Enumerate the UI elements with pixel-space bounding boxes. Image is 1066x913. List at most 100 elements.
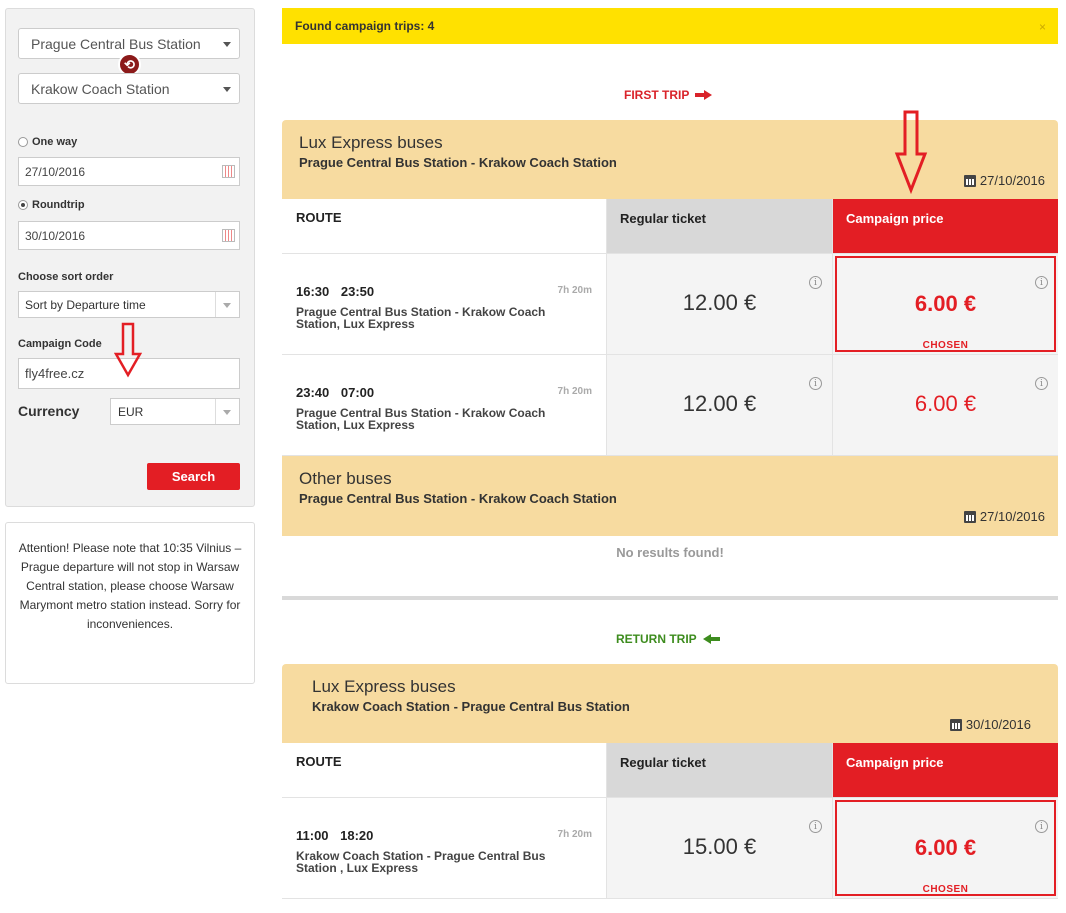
regular-ticket-header: Regular ticket: [620, 755, 706, 770]
regular-price-cell[interactable]: i 15.00 €: [606, 798, 832, 898]
sort-order-select[interactable]: Sort by Departure time: [18, 291, 240, 318]
return-date-value: 30/10/2016: [25, 228, 86, 243]
trip-duration: 7h 20m: [557, 386, 592, 397]
trip-row[interactable]: 16:30 23:50 7h 20m Prague Central Bus St…: [282, 254, 1058, 355]
trip-stations: Krakow Coach Station - Prague Central Bu…: [296, 849, 546, 875]
no-results-message: No results found!: [282, 536, 1058, 600]
chevron-down-icon: [223, 86, 231, 92]
campaign-price-cell[interactable]: i 6.00 € CHOSEN: [832, 254, 1058, 354]
first-trip-label: FIRST TRIP: [624, 88, 690, 102]
campaign-price: 6.00 €: [914, 835, 977, 860]
route-header-cell: ROUTE: [282, 199, 606, 253]
campaign-price-cell[interactable]: i 6.00 €: [832, 355, 1058, 455]
info-icon[interactable]: i: [1035, 820, 1048, 833]
campaign-price-cell[interactable]: i 6.00 € CHOSEN: [832, 798, 1058, 898]
sort-order-label: Choose sort order: [18, 271, 114, 283]
campaign-price-header: Campaign price: [846, 755, 944, 770]
operator-name: Other buses: [299, 469, 392, 488]
currency-value: EUR: [118, 404, 144, 419]
currency-select[interactable]: EUR: [110, 398, 240, 425]
calendar-icon[interactable]: [222, 229, 235, 242]
roundtrip-label: Roundtrip: [32, 199, 85, 211]
to-station-select[interactable]: Krakow Coach Station: [18, 73, 240, 104]
campaign-price-header: Campaign price: [846, 211, 944, 226]
route-header: ROUTE: [296, 210, 342, 225]
annotation-arrow-icon: [114, 322, 142, 378]
depart-date-value: 27/10/2016: [25, 164, 86, 179]
calendar-icon: [963, 174, 976, 187]
one-way-radio[interactable]: [18, 137, 28, 147]
operator-route: Krakow Coach Station - Prague Central Bu…: [312, 699, 630, 714]
chosen-label: CHOSEN: [922, 340, 969, 351]
one-way-option[interactable]: One way: [18, 136, 77, 148]
to-station-value: Krakow Coach Station: [31, 80, 170, 97]
operator-date-value: 30/10/2016: [965, 717, 1031, 732]
campaign-price: 6.00 €: [914, 391, 977, 416]
roundtrip-option[interactable]: Roundtrip: [18, 199, 85, 211]
from-station-value: Prague Central Bus Station: [31, 35, 201, 52]
chevron-down-icon: [223, 303, 231, 308]
one-way-label: One way: [32, 136, 78, 148]
trip-row[interactable]: 11:00 18:20 7h 20m Krakow Coach Station …: [282, 798, 1058, 899]
arrow-right-icon: [695, 90, 713, 100]
calendar-icon: [963, 510, 976, 523]
campaign-code-value: fly4free.cz: [25, 366, 85, 381]
route-cell: 16:30 23:50 7h 20m Prague Central Bus St…: [282, 254, 606, 354]
info-icon[interactable]: i: [809, 377, 822, 390]
first-trip-title: FIRST TRIP: [624, 88, 713, 102]
route-header-cell: ROUTE: [282, 743, 606, 797]
campaign-header-cell: Campaign price: [832, 199, 1058, 253]
operator-date-value: 27/10/2016: [979, 173, 1045, 188]
operator-date-value: 27/10/2016: [979, 509, 1045, 524]
regular-price: 12.00 €: [682, 391, 757, 416]
close-icon[interactable]: ×: [1039, 20, 1046, 34]
attention-notice: Attention! Please note that 10:35 Vilniu…: [5, 522, 255, 684]
route-header: ROUTE: [296, 754, 342, 769]
return-trip-title: RETURN TRIP: [616, 632, 720, 646]
route-cell: 23:40 07:00 7h 20m Prague Central Bus St…: [282, 355, 606, 455]
calendar-icon[interactable]: [222, 165, 235, 178]
trip-stations: Prague Central Bus Station - Krakow Coac…: [296, 406, 546, 432]
search-panel: Prague Central Bus Station ⟲ Krakow Coac…: [5, 8, 255, 507]
operator-header-lux-first: Lux Express buses Prague Central Bus Sta…: [282, 120, 1058, 199]
regular-price: 15.00 €: [682, 834, 757, 859]
return-date-input[interactable]: 30/10/2016: [18, 221, 240, 250]
operator-header-lux-return: Lux Express buses Krakow Coach Station -…: [282, 664, 1058, 743]
campaign-results-banner: Found campaign trips: 4 ×: [282, 8, 1058, 44]
campaign-header-cell: Campaign price: [832, 743, 1058, 797]
trip-duration: 7h 20m: [557, 829, 592, 840]
operator-name: Lux Express buses: [299, 133, 443, 152]
depart-date-input[interactable]: 27/10/2016: [18, 157, 240, 186]
info-icon[interactable]: i: [1035, 377, 1048, 390]
campaign-price: 6.00 €: [914, 291, 977, 316]
calendar-icon: [949, 718, 962, 731]
operator-route: Prague Central Bus Station - Krakow Coac…: [299, 491, 617, 506]
regular-price-cell[interactable]: i 12.00 €: [606, 355, 832, 455]
chevron-down-icon: [223, 41, 231, 47]
table-header-row: ROUTE Regular ticket Campaign price: [282, 199, 1058, 254]
trip-times: 11:00 18:20: [296, 828, 374, 843]
search-button[interactable]: Search: [147, 463, 240, 490]
annotation-arrow-icon: [894, 110, 928, 194]
regular-ticket-header: Regular ticket: [620, 211, 706, 226]
info-icon[interactable]: i: [809, 820, 822, 833]
info-icon[interactable]: i: [809, 276, 822, 289]
info-icon[interactable]: i: [1035, 276, 1048, 289]
table-header-row: ROUTE Regular ticket Campaign price: [282, 743, 1058, 798]
banner-text: Found campaign trips: 4: [295, 19, 435, 33]
operator-name: Lux Express buses: [312, 677, 456, 696]
operator-date: 27/10/2016: [963, 509, 1045, 524]
operator-route: Prague Central Bus Station - Krakow Coac…: [299, 155, 617, 170]
roundtrip-radio[interactable]: [18, 200, 28, 210]
regular-price: 12.00 €: [682, 290, 757, 315]
regular-price-cell[interactable]: i 12.00 €: [606, 254, 832, 354]
campaign-code-label: Campaign Code: [18, 338, 102, 350]
trip-stations: Prague Central Bus Station - Krakow Coac…: [296, 305, 546, 331]
operator-header-other: Other buses Prague Central Bus Station -…: [282, 456, 1058, 536]
currency-label: Currency: [18, 403, 80, 419]
arrow-left-icon: [702, 634, 720, 644]
route-cell: 11:00 18:20 7h 20m Krakow Coach Station …: [282, 798, 606, 898]
operator-date: 27/10/2016: [963, 173, 1045, 188]
trip-duration: 7h 20m: [557, 285, 592, 296]
trip-row[interactable]: 23:40 07:00 7h 20m Prague Central Bus St…: [282, 355, 1058, 456]
